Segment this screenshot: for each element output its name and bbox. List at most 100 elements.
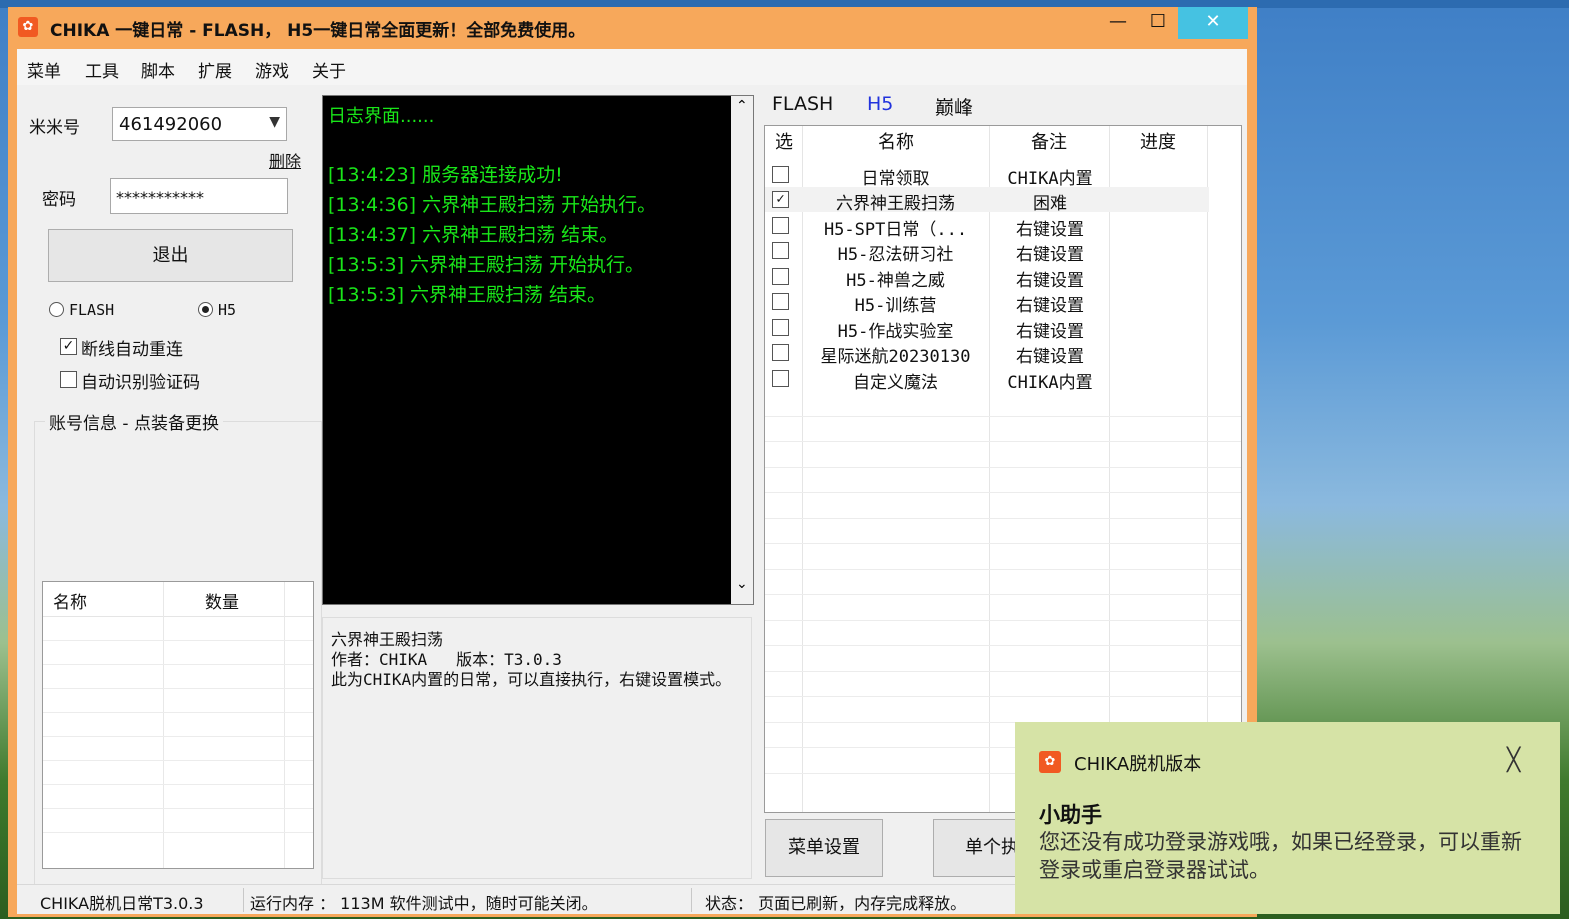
menu-bar: 菜单 工具 脚本 扩展 游戏 关于 xyxy=(17,49,1247,85)
list-item[interactable]: 日常领取 CHIKA内置 xyxy=(765,162,1209,189)
app-logo-icon: ✿ xyxy=(18,17,38,37)
row-divider xyxy=(43,688,313,689)
menu-games[interactable]: 游戏 xyxy=(255,57,289,82)
script-name: 自定义魔法 xyxy=(853,373,938,393)
log-line: [13:4:36] 六界神王殿扫荡 开始执行。 xyxy=(328,194,657,216)
toast-app-name: CHIKA脱机版本 xyxy=(1074,754,1202,775)
mode-flash-radio[interactable] xyxy=(49,302,64,317)
column-header-progress[interactable]: 进度 xyxy=(1109,126,1207,160)
row-divider xyxy=(43,760,313,761)
password-field[interactable]: *********** xyxy=(110,178,288,214)
row-divider xyxy=(765,416,1241,417)
menu-scripts[interactable]: 脚本 xyxy=(141,57,175,82)
status-memory: 运行内存 ： 113M 软件测试中，随时可能关闭。 xyxy=(250,894,598,913)
tab-peak[interactable]: 巅峰 xyxy=(935,93,973,120)
column-header-name[interactable]: 名称 xyxy=(803,126,989,160)
row-checkbox[interactable] xyxy=(772,370,789,387)
script-list[interactable]: 选 名称 备注 进度 日常领取 CHIKA内置 ✓ 六界神王殿扫荡 困难 H5-… xyxy=(764,125,1242,813)
column-divider xyxy=(284,582,285,868)
mode-h5-radio[interactable] xyxy=(198,302,213,317)
script-note: 右键设置 xyxy=(1016,296,1084,316)
description-author: 作者：CHIKA 版本：T3.0.3 xyxy=(331,650,562,669)
row-divider xyxy=(765,467,1241,468)
equipment-table[interactable]: 名称 数量 xyxy=(42,581,314,869)
menu-extensions[interactable]: 扩展 xyxy=(198,57,232,82)
description-script-name: 六界神王殿扫荡 xyxy=(331,630,444,649)
notification-toast[interactable]: ✿ CHIKA脱机版本 ╳ 小助手 您还没有成功登录游戏哦，如果已经登录，可以重… xyxy=(1015,722,1560,914)
chevron-down-icon[interactable]: ▼ xyxy=(269,114,280,130)
toast-title: 小助手 xyxy=(1039,803,1102,827)
list-item[interactable]: H5-忍法研习社 右键设置 xyxy=(765,238,1209,265)
close-button[interactable]: ✕ xyxy=(1178,7,1248,39)
status-version: CHIKA脱机日常T3.0.3 xyxy=(40,894,204,913)
row-checkbox[interactable] xyxy=(772,166,789,183)
maximize-button[interactable]: ☐ xyxy=(1141,7,1175,39)
list-item[interactable]: H5-作战实验室 右键设置 xyxy=(765,315,1209,342)
toast-body: 您还没有成功登录游戏哦，如果已经登录，可以重新登录或重启登录器试试。 xyxy=(1039,830,1522,882)
column-divider xyxy=(163,582,164,868)
list-item[interactable]: H5-训练营 右键设置 xyxy=(765,289,1209,316)
row-divider xyxy=(43,832,313,833)
column-header-quantity[interactable]: 数量 xyxy=(205,588,239,613)
log-line: [13:5:3] 六界神王殿扫荡 结束。 xyxy=(328,284,607,306)
row-checkbox[interactable] xyxy=(772,293,789,310)
script-note: 右键设置 xyxy=(1016,271,1084,291)
menu-about[interactable]: 关于 xyxy=(312,57,346,82)
menu-settings-button[interactable]: 菜单设置 xyxy=(765,819,883,877)
exit-button[interactable]: 退出 xyxy=(48,229,293,282)
log-console[interactable]: 日志界面...... [13:4:23] 服务器连接成功! [13:4:36] … xyxy=(322,95,754,605)
auto-reconnect-checkbox[interactable]: ✓ xyxy=(60,338,77,355)
mode-flash-label: FLASH xyxy=(69,301,115,319)
script-note: 右键设置 xyxy=(1016,347,1084,367)
row-divider xyxy=(765,569,1241,570)
row-checkbox[interactable] xyxy=(772,217,789,234)
account-combobox[interactable]: 461492060 ▼ xyxy=(112,107,287,141)
close-icon[interactable]: ╳ xyxy=(1507,748,1520,773)
list-item[interactable]: H5-神兽之威 右键设置 xyxy=(765,264,1209,291)
window-title: CHIKA 一键日常 - FLASH， H5一键日常全面更新！全部免费使用。 xyxy=(50,21,586,41)
log-scrollbar[interactable]: ⌃ ⌄ xyxy=(731,96,753,604)
auto-captcha-checkbox[interactable] xyxy=(60,371,77,388)
auto-captcha-label: 自动识别验证码 xyxy=(81,373,200,393)
tab-h5[interactable]: H5 xyxy=(867,93,893,115)
row-divider xyxy=(765,441,1241,442)
scroll-down-icon[interactable]: ⌄ xyxy=(736,576,748,592)
row-checkbox[interactable] xyxy=(772,242,789,259)
row-checkbox[interactable] xyxy=(772,319,789,336)
list-item[interactable]: H5-SPT日常（... 右键设置 xyxy=(765,213,1209,240)
tab-flash[interactable]: FLASH xyxy=(772,93,833,115)
column-header-name[interactable]: 名称 xyxy=(53,588,87,613)
status-divider xyxy=(243,888,244,912)
list-item[interactable]: 自定义魔法 CHIKA内置 xyxy=(765,366,1209,393)
app-logo-icon: ✿ xyxy=(1039,751,1061,773)
title-bar[interactable]: ✿ CHIKA 一键日常 - FLASH， H5一键日常全面更新！全部免费使用。… xyxy=(8,7,1257,47)
menu-tools[interactable]: 工具 xyxy=(85,57,119,82)
row-checkbox[interactable] xyxy=(772,268,789,285)
auto-reconnect-label: 断线自动重连 xyxy=(81,340,183,360)
column-header-note[interactable]: 备注 xyxy=(989,126,1109,160)
row-divider xyxy=(43,712,313,713)
minimize-button[interactable]: — xyxy=(1101,7,1135,39)
equipment-table-header: 名称 数量 xyxy=(43,582,313,617)
account-label: 米米号 xyxy=(29,118,80,138)
account-info-title: 账号信息 - 点装备更换 xyxy=(45,409,223,434)
script-name: 星际迷航20230130 xyxy=(820,347,971,367)
row-divider xyxy=(765,594,1241,595)
menu-main[interactable]: 菜单 xyxy=(27,57,61,82)
script-name: H5-忍法研习社 xyxy=(837,245,954,265)
row-divider xyxy=(765,671,1241,672)
mode-h5-label: H5 xyxy=(218,301,237,319)
script-name: 日常领取 xyxy=(861,169,930,189)
row-checkbox[interactable]: ✓ xyxy=(772,191,789,208)
row-divider xyxy=(43,784,313,785)
scroll-up-icon[interactable]: ⌃ xyxy=(736,98,748,114)
delete-link[interactable]: 删除 xyxy=(269,148,301,172)
column-header-select[interactable]: 选 xyxy=(765,126,803,160)
list-item[interactable]: ✓ 六界神王殿扫荡 困难 xyxy=(765,187,1209,214)
radio-selected-dot xyxy=(202,306,209,313)
script-note: CHIKA内置 xyxy=(1007,169,1093,189)
script-description: 六界神王殿扫荡 作者：CHIKA 版本：T3.0.3 此为CHIKA内置的日常，… xyxy=(322,617,752,879)
list-item[interactable]: 星际迷航20230130 右键设置 xyxy=(765,340,1209,367)
script-note: CHIKA内置 xyxy=(1007,373,1093,393)
row-checkbox[interactable] xyxy=(772,344,789,361)
